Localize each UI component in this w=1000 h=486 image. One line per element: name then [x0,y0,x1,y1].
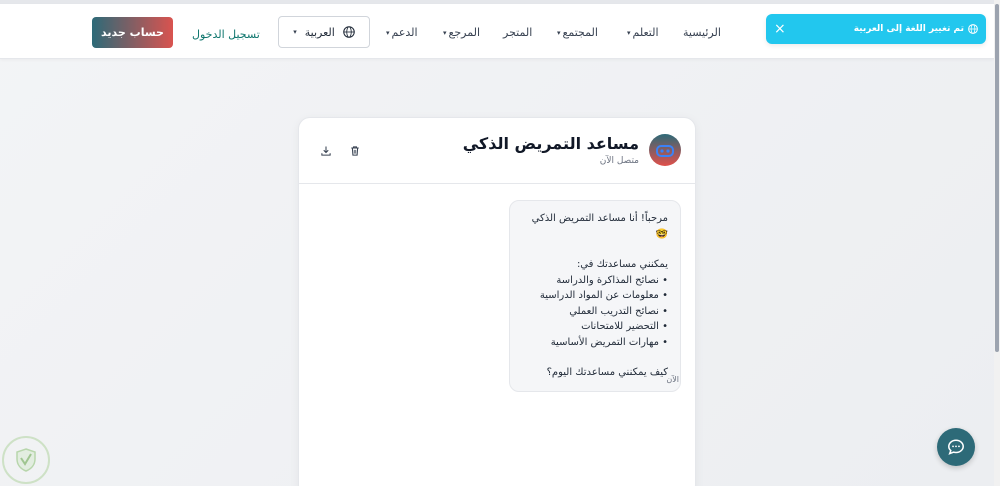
chat-header: مساعد التمريض الذكي متصل الآن [299,118,695,184]
trash-icon[interactable] [349,145,361,157]
robot-icon [656,145,674,157]
message-question: كيف يمكنني مساعدتك اليوم؟ [546,367,668,378]
chevron-down-icon: ▾ [627,28,631,37]
message-intro: يمكنني مساعدتك في: [576,259,668,270]
list-item: معلومات عن المواد الدراسية [522,288,668,304]
message-greeting: مرحباً! أنا مساعد التمريض الذكي 🤓 [531,213,668,240]
navbar: تم تغيير اللغة إلى العربية × الرئيسية ال… [0,4,994,59]
list-item: نصائح التدريب العملي [522,304,668,320]
message-list: نصائح المذاكرة والدراسة معلومات عن الموا… [522,273,668,351]
globe-icon [968,24,978,34]
message-timestamp: الآن [666,375,679,384]
bot-message: مرحباً! أنا مساعد التمريض الذكي 🤓 يمكنني… [509,200,681,392]
language-label: العربية [304,25,335,39]
chat-bubble-icon [948,439,964,455]
close-icon[interactable]: × [774,22,786,36]
list-item: التحضير للامتحانات [522,319,668,335]
toast-message: تم تغيير اللغة إلى العربية [853,24,964,34]
nav-community[interactable]: المجتمع ▾ [557,26,598,39]
scrollbar-thumb[interactable] [995,4,999,352]
language-toast: تم تغيير اللغة إلى العربية × [766,14,986,44]
watermark-logo [2,436,50,484]
language-selector[interactable]: العربية ▾ [278,16,370,48]
nav-reference[interactable]: المرجع ▾ [443,26,480,39]
chat-messages[interactable]: مرحباً! أنا مساعد التمريض الذكي 🤓 يمكنني… [299,184,695,486]
scrollbar[interactable] [994,0,1000,486]
list-item: مهارات التمريض الأساسية [522,335,668,351]
list-item: نصائح المذاكرة والدراسة [522,273,668,289]
chevron-down-icon: ▾ [386,28,390,37]
chat-title: مساعد التمريض الذكي [462,134,639,153]
signup-button[interactable]: حساب جديد [92,17,173,48]
shield-icon [16,448,36,472]
login-link[interactable]: تسجيل الدخول [192,28,260,41]
download-icon[interactable] [320,145,332,157]
chevron-down-icon: ▾ [443,28,447,37]
chat-status: متصل الآن [599,156,639,166]
nav-store[interactable]: المتجر [503,26,532,39]
nav-home[interactable]: الرئيسية [683,26,721,39]
chevron-down-icon: ▾ [557,28,561,37]
nav-support[interactable]: الدعم ▾ [386,26,418,39]
chevron-down-icon: ▾ [293,28,297,36]
bot-avatar [649,134,681,166]
globe-icon [343,26,355,38]
chat-fab-button[interactable] [937,428,975,466]
nav-learn[interactable]: التعلم ▾ [627,26,659,39]
chat-window: مساعد التمريض الذكي متصل الآن مرحباً! أن… [298,117,696,486]
